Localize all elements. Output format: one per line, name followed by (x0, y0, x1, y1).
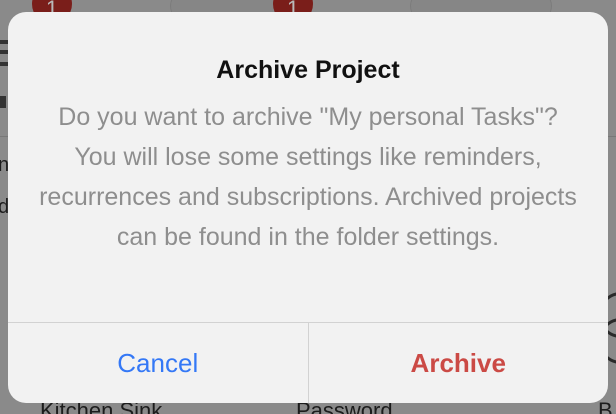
dialog-actions: Cancel Archive (8, 322, 608, 403)
background-bar (0, 96, 6, 108)
dialog-content: Archive Project Do you want to archive "… (8, 12, 608, 322)
archive-project-dialog: Archive Project Do you want to archive "… (8, 12, 608, 403)
cancel-button[interactable]: Cancel (8, 323, 308, 403)
background-bar (0, 50, 8, 54)
archive-button[interactable]: Archive (307, 323, 609, 403)
dialog-title: Archive Project (216, 56, 400, 84)
dialog-message: Do you want to archive "My personal Task… (39, 103, 577, 251)
